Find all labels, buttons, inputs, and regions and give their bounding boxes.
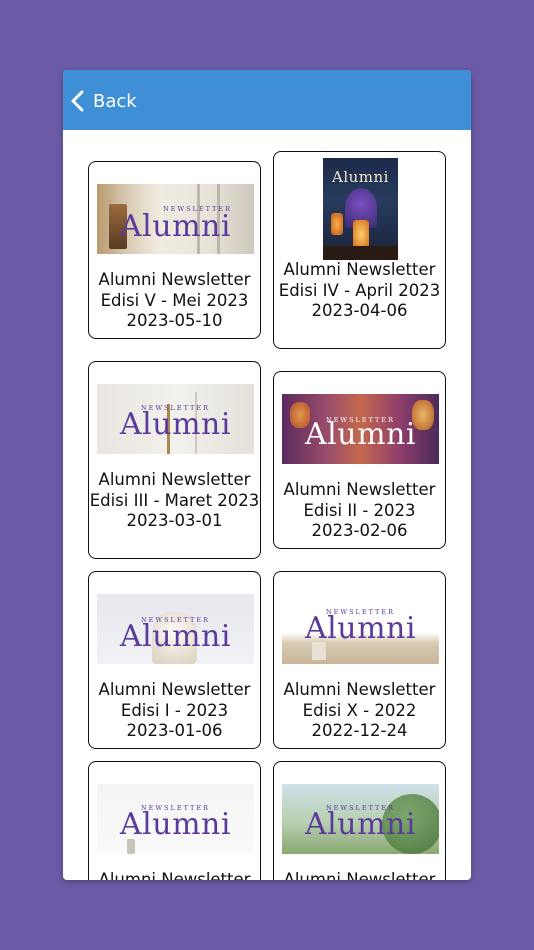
newsletter-title: Alumni Newsletter <box>89 870 260 880</box>
newsletter-cover: Alumni <box>323 158 398 260</box>
newsletter-date: 2023-02-06 <box>311 521 408 541</box>
newsletter-cover: NEWSLETTER Alumni <box>282 394 439 464</box>
newsletter-card[interactable]: NEWSLETTER Alumni Alumni Newsletter Edis… <box>88 571 261 749</box>
newsletter-cover: NEWSLETTER Alumni <box>97 594 254 664</box>
newsletter-name: Alumni Newsletter <box>98 870 251 880</box>
newsletter-name: Alumni Newsletter Edisi I - 2023 <box>98 680 251 720</box>
newsletter-date: 2023-05-10 <box>126 311 223 331</box>
newsletter-card[interactable]: NEWSLETTER Alumni Alumni Newsletter Edis… <box>273 371 446 549</box>
newsletter-date: 2023-03-01 <box>126 511 223 531</box>
newsletter-title: Alumni Newsletter Edisi IV - April 2023 … <box>274 260 445 322</box>
newsletter-title: Alumni Newsletter <box>274 870 445 880</box>
newsletter-title: Alumni Newsletter Edisi I - 2023 2023-01… <box>89 680 260 742</box>
newsletter-name: Alumni Newsletter Edisi X - 2022 <box>283 680 436 720</box>
newsletter-name: Alumni Newsletter Edisi V - Mei 2023 <box>98 270 251 310</box>
newsletter-cover: NEWSLETTER Alumni <box>282 594 439 664</box>
newsletter-card[interactable]: NEWSLETTER Alumni Alumni Newsletter <box>273 761 446 880</box>
newsletter-title: Alumni Newsletter Edisi X - 2022 2022-12… <box>274 680 445 742</box>
newsletter-cover: NEWSLETTER Alumni <box>97 384 254 454</box>
cover-masthead: Alumni <box>120 407 231 442</box>
cover-masthead: Alumni <box>120 807 231 842</box>
newsletter-name: Alumni Newsletter <box>283 870 436 880</box>
newsletter-panel: Back NEWSLETTER Alumni Alumni Newsletter… <box>63 70 471 880</box>
newsletter-date: 2023-04-06 <box>311 301 408 321</box>
newsletter-name: Alumni Newsletter Edisi IV - April 2023 <box>278 260 441 300</box>
newsletter-card[interactable]: NEWSLETTER Alumni Alumni Newsletter Edis… <box>88 361 261 559</box>
newsletter-grid[interactable]: NEWSLETTER Alumni Alumni Newsletter Edis… <box>63 130 471 880</box>
newsletter-date: 2022-12-24 <box>311 721 408 741</box>
newsletter-card[interactable]: Alumni Alumni Newsletter Edisi IV - Apri… <box>273 151 446 349</box>
newsletter-card[interactable]: NEWSLETTER Alumni Alumni Newsletter <box>88 761 261 880</box>
newsletter-name: Alumni Newsletter Edisi III - Maret 2023 <box>89 470 260 510</box>
top-bar: Back <box>63 70 471 130</box>
cover-masthead: Alumni <box>120 619 231 654</box>
newsletter-cover: NEWSLETTER Alumni <box>97 184 254 254</box>
back-label: Back <box>93 90 137 112</box>
back-button[interactable]: Back <box>69 88 137 114</box>
cover-masthead: Alumni <box>305 611 416 646</box>
cover-masthead: Alumni <box>305 417 416 452</box>
newsletter-card[interactable]: NEWSLETTER Alumni Alumni Newsletter Edis… <box>88 161 261 339</box>
newsletter-card[interactable]: NEWSLETTER Alumni Alumni Newsletter Edis… <box>273 571 446 749</box>
newsletter-cover: NEWSLETTER Alumni <box>282 784 439 854</box>
newsletter-title: Alumni Newsletter Edisi III - Maret 2023… <box>89 470 260 532</box>
newsletter-date: 2023-01-06 <box>126 721 223 741</box>
newsletter-title: Alumni Newsletter Edisi V - Mei 2023 202… <box>89 270 260 332</box>
cover-masthead: Alumni <box>120 209 231 244</box>
newsletter-cover: NEWSLETTER Alumni <box>97 784 254 854</box>
chevron-left-icon <box>71 90 84 112</box>
newsletter-name: Alumni Newsletter Edisi II - 2023 <box>283 480 436 520</box>
newsletter-title: Alumni Newsletter Edisi II - 2023 2023-0… <box>274 480 445 542</box>
cover-masthead: Alumni <box>305 807 416 842</box>
cover-masthead: Alumni <box>332 168 389 186</box>
